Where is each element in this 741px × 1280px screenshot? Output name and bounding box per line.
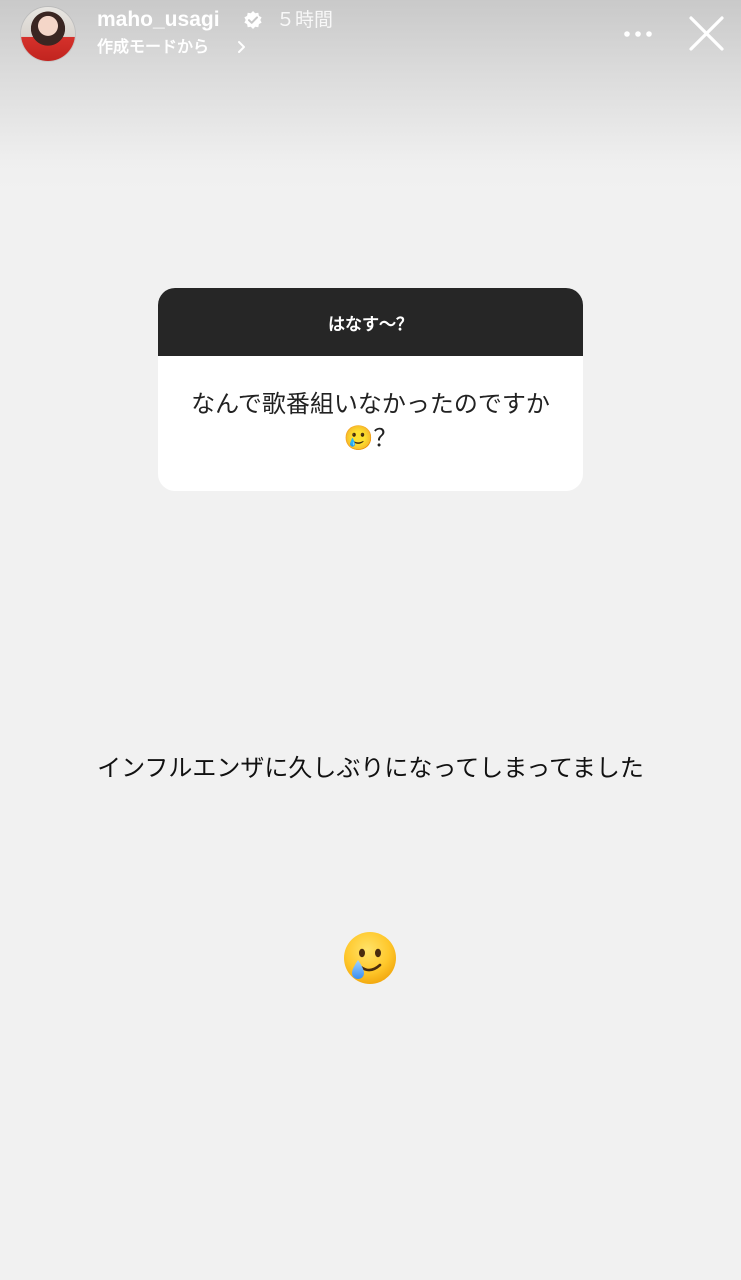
create-mode-link[interactable]: 作成モードから (97, 36, 209, 58)
story-header: maho_usagi ５時間 作成モードから (0, 0, 741, 80)
smiling-face-with-tear-icon (344, 932, 396, 984)
more-options-icon[interactable] (622, 24, 654, 44)
question-sticker-header: はなす〜？ (158, 288, 583, 356)
verified-badge-icon (244, 11, 262, 29)
username[interactable]: maho_usagi (97, 6, 220, 34)
question-sticker-body: なんで歌番組いなかったのですか🥲？ (158, 356, 583, 491)
question-sticker[interactable]: はなす〜？ なんで歌番組いなかったのですか🥲？ (158, 288, 583, 491)
close-icon[interactable] (688, 15, 725, 52)
answer-text: インフルエンザに久しぶりになってしまってました (97, 754, 644, 782)
question-sticker-title: はなす〜？ (328, 314, 413, 335)
question-text: なんで歌番組いなかったのですか🥲？ (191, 389, 550, 452)
post-time: ５時間 (276, 9, 334, 31)
chevron-right-icon[interactable] (236, 40, 248, 54)
avatar[interactable] (21, 7, 75, 61)
